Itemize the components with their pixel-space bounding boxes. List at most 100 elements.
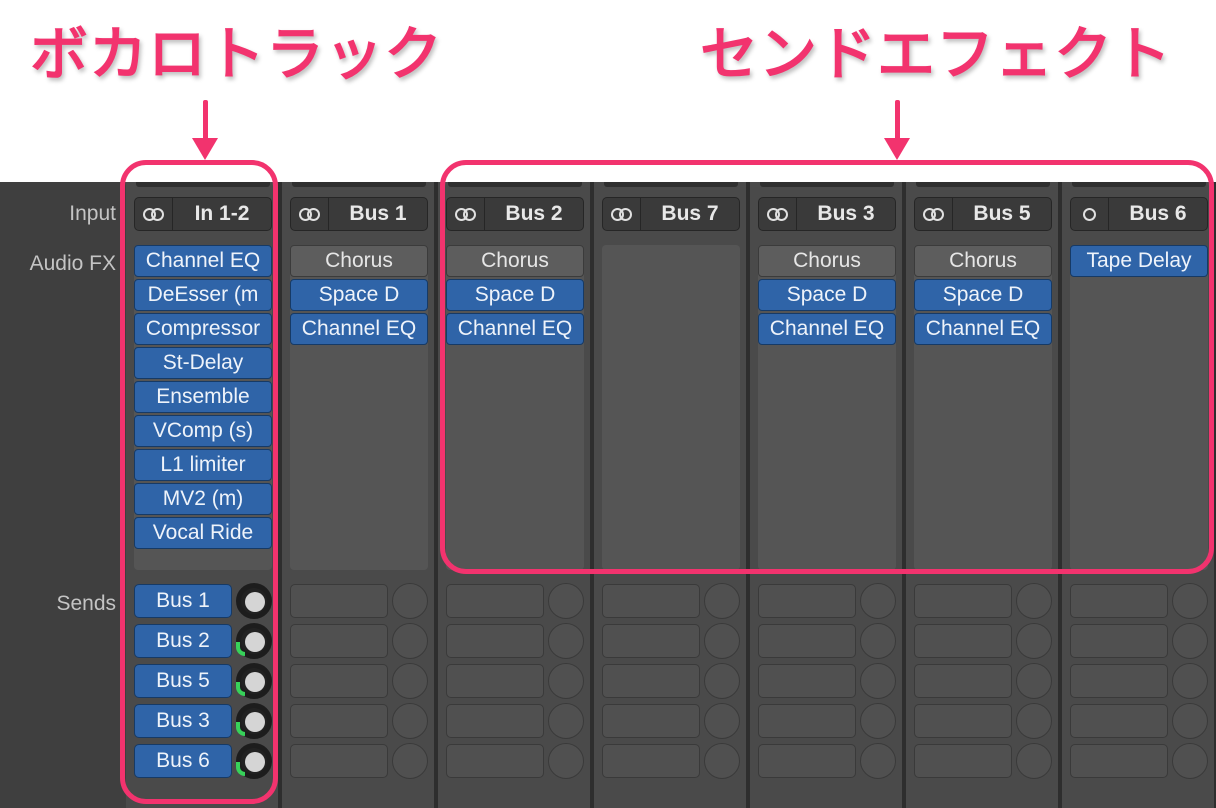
- audio-fx-slot[interactable]: Channel EQ: [758, 313, 896, 345]
- input-selector[interactable]: Bus 2: [446, 197, 584, 231]
- send-level-knob[interactable]: [860, 583, 896, 619]
- input-selector[interactable]: Bus 6: [1070, 197, 1208, 231]
- send-slot[interactable]: [290, 744, 388, 778]
- send-slot[interactable]: [758, 624, 856, 658]
- audio-fx-slot[interactable]: DeEsser (m: [134, 279, 272, 311]
- send-level-knob[interactable]: [704, 623, 740, 659]
- audio-fx-area[interactable]: Chorus Space D Channel EQ: [758, 245, 896, 570]
- audio-fx-slot[interactable]: Space D: [758, 279, 896, 311]
- audio-fx-slot[interactable]: Space D: [290, 279, 428, 311]
- send-slot[interactable]: [446, 624, 544, 658]
- send-level-knob[interactable]: [704, 743, 740, 779]
- send-slot[interactable]: [446, 584, 544, 618]
- send-slot[interactable]: [914, 584, 1012, 618]
- send-level-knob[interactable]: [704, 663, 740, 699]
- send-level-knob[interactable]: [236, 623, 272, 659]
- send-slot[interactable]: [602, 624, 700, 658]
- send-level-knob[interactable]: [860, 743, 896, 779]
- audio-fx-slot[interactable]: St-Delay: [134, 347, 272, 379]
- send-level-knob[interactable]: [236, 663, 272, 699]
- audio-fx-slot[interactable]: VComp (s): [134, 415, 272, 447]
- audio-fx-area[interactable]: Chorus Space D Channel EQ: [446, 245, 584, 570]
- send-level-knob[interactable]: [1172, 743, 1208, 779]
- send-level-knob[interactable]: [860, 623, 896, 659]
- send-slot[interactable]: [914, 744, 1012, 778]
- send-level-knob[interactable]: [1172, 623, 1208, 659]
- send-slot[interactable]: [1070, 704, 1168, 738]
- send-slot[interactable]: [1070, 744, 1168, 778]
- send-level-knob[interactable]: [548, 623, 584, 659]
- input-selector[interactable]: Bus 5: [914, 197, 1052, 231]
- send-slot[interactable]: [290, 704, 388, 738]
- send-slot[interactable]: [758, 704, 856, 738]
- audio-fx-slot[interactable]: Space D: [446, 279, 584, 311]
- send-slot[interactable]: [290, 624, 388, 658]
- send-level-knob[interactable]: [236, 703, 272, 739]
- audio-fx-slot[interactable]: Vocal Ride: [134, 517, 272, 549]
- audio-fx-area[interactable]: Tape Delay: [1070, 245, 1208, 570]
- send-level-knob[interactable]: [1016, 743, 1052, 779]
- send-level-knob[interactable]: [1016, 583, 1052, 619]
- audio-fx-slot[interactable]: Channel EQ: [290, 313, 428, 345]
- stereo-icon[interactable]: [135, 198, 173, 230]
- send-level-knob[interactable]: [548, 583, 584, 619]
- send-level-knob[interactable]: [548, 663, 584, 699]
- send-slot[interactable]: [1070, 584, 1168, 618]
- audio-fx-slot[interactable]: Tape Delay: [1070, 245, 1208, 277]
- send-level-knob[interactable]: [236, 743, 272, 779]
- send-slot[interactable]: Bus 5: [134, 664, 232, 698]
- audio-fx-area[interactable]: Chorus Space D Channel EQ: [290, 245, 428, 570]
- input-selector[interactable]: Bus 7: [602, 197, 740, 231]
- send-slot[interactable]: [758, 744, 856, 778]
- send-level-knob[interactable]: [392, 703, 428, 739]
- audio-fx-slot[interactable]: Chorus: [758, 245, 896, 277]
- send-level-knob[interactable]: [548, 743, 584, 779]
- audio-fx-slot[interactable]: Space D: [914, 279, 1052, 311]
- audio-fx-slot[interactable]: Compressor: [134, 313, 272, 345]
- send-slot[interactable]: [446, 704, 544, 738]
- send-slot[interactable]: [1070, 624, 1168, 658]
- send-slot[interactable]: [602, 584, 700, 618]
- send-level-knob[interactable]: [392, 743, 428, 779]
- mono-icon[interactable]: [1071, 198, 1109, 230]
- send-slot[interactable]: [914, 704, 1012, 738]
- input-selector[interactable]: Bus 1: [290, 197, 428, 231]
- send-slot[interactable]: [446, 664, 544, 698]
- send-level-knob[interactable]: [860, 703, 896, 739]
- audio-fx-area[interactable]: Channel EQ DeEsser (m Compressor St-Delay En…: [134, 245, 272, 570]
- send-level-knob[interactable]: [1016, 703, 1052, 739]
- stereo-icon[interactable]: [291, 198, 329, 230]
- send-level-knob[interactable]: [392, 623, 428, 659]
- send-slot[interactable]: [446, 744, 544, 778]
- send-slot[interactable]: [290, 584, 388, 618]
- send-slot[interactable]: Bus 3: [134, 704, 232, 738]
- audio-fx-slot[interactable]: Chorus: [446, 245, 584, 277]
- send-slot[interactable]: [914, 624, 1012, 658]
- send-slot[interactable]: Bus 1: [134, 584, 232, 618]
- send-slot[interactable]: [602, 744, 700, 778]
- send-slot[interactable]: [290, 664, 388, 698]
- audio-fx-slot[interactable]: L1 limiter: [134, 449, 272, 481]
- send-level-knob[interactable]: [1016, 663, 1052, 699]
- send-slot[interactable]: Bus 2: [134, 624, 232, 658]
- audio-fx-slot[interactable]: Channel EQ: [914, 313, 1052, 345]
- send-level-knob[interactable]: [548, 703, 584, 739]
- audio-fx-slot[interactable]: Chorus: [914, 245, 1052, 277]
- send-level-knob[interactable]: [1172, 663, 1208, 699]
- send-level-knob[interactable]: [1016, 623, 1052, 659]
- audio-fx-area[interactable]: [602, 245, 740, 570]
- send-level-knob[interactable]: [1172, 703, 1208, 739]
- audio-fx-slot[interactable]: Chorus: [290, 245, 428, 277]
- send-slot[interactable]: [758, 664, 856, 698]
- send-slot[interactable]: [914, 664, 1012, 698]
- send-slot[interactable]: [758, 584, 856, 618]
- send-level-knob[interactable]: [704, 703, 740, 739]
- audio-fx-area[interactable]: Chorus Space D Channel EQ: [914, 245, 1052, 570]
- send-slot[interactable]: [602, 664, 700, 698]
- send-level-knob[interactable]: [236, 583, 272, 619]
- send-level-knob[interactable]: [860, 663, 896, 699]
- input-selector[interactable]: In 1-2: [134, 197, 272, 231]
- audio-fx-slot[interactable]: Channel EQ: [134, 245, 272, 277]
- stereo-icon[interactable]: [915, 198, 953, 230]
- audio-fx-slot[interactable]: Ensemble: [134, 381, 272, 413]
